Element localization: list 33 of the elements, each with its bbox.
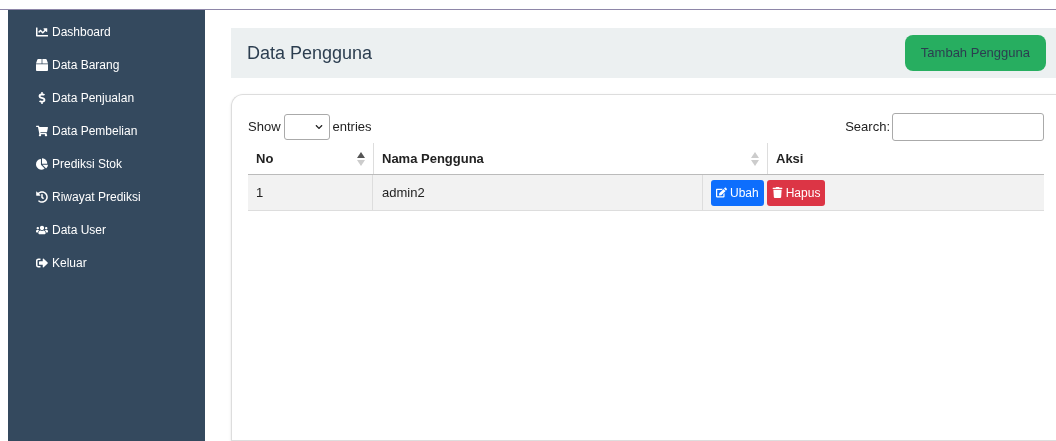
history-icon [36,191,48,203]
column-header[interactable]: Nama Pengguna [373,143,767,174]
table-cell: admin2 [373,175,703,210]
search-field[interactable] [892,113,1044,141]
entries-label: entries [332,118,372,137]
sidebar-item[interactable]: Data User [36,220,205,240]
trash-icon [771,187,783,198]
edit-icon [716,187,727,198]
add-user-button[interactable]: Tambah Pengguna [904,35,1046,71]
sidebar-item[interactable]: Data Barang [36,55,205,75]
sidebar-item[interactable]: Prediksi Stok [36,154,205,174]
sidebar-item[interactable]: Data Penjualan [36,88,205,108]
sidebar-item[interactable]: Data Pembelian [36,121,205,141]
chevron-down-icon [314,123,323,131]
edit-button[interactable]: Ubah [711,179,764,206]
search-label: Search: [845,118,890,137]
table-cell: 1 [248,175,373,210]
sidebar-item[interactable]: Dashboard [36,22,205,42]
sidebar-item[interactable]: Keluar [36,253,205,273]
column-header[interactable]: Aksi [767,143,1044,174]
dollar-icon [36,92,48,104]
show-label: Show [248,118,281,137]
chart-icon [36,26,48,38]
users-icon [36,224,48,236]
cart-icon [36,125,48,137]
delete-button[interactable]: Hapus [766,179,826,206]
sidebar-item[interactable]: Riwayat Prediksi [36,187,205,207]
entries-select[interactable] [283,114,330,140]
column-header[interactable]: No [248,143,373,174]
box-icon [36,59,48,71]
page-title: Data Pengguna [247,41,373,65]
pie-chart-icon [36,158,48,170]
logout-icon [36,257,48,269]
